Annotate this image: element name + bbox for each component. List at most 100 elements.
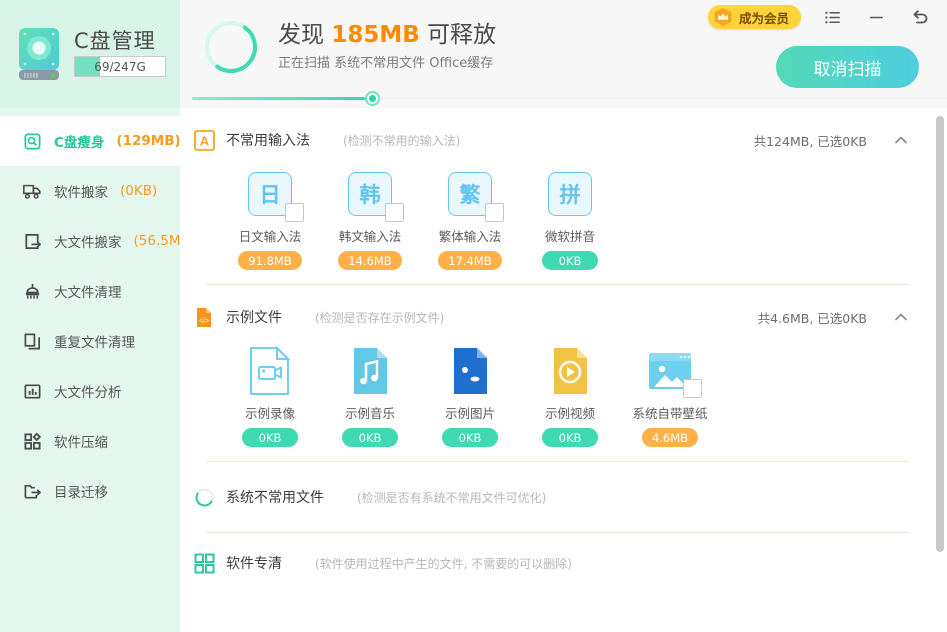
item-checkbox[interactable] <box>285 203 304 222</box>
capacity-bar: 69/247G <box>74 56 166 77</box>
scrollbar-thumb[interactable] <box>936 116 944 552</box>
folder-export-icon <box>22 481 42 501</box>
chevron-up-icon[interactable] <box>893 132 909 148</box>
list-item[interactable]: 繁 繁体输入法 17.4MB <box>420 168 520 270</box>
file-play-yellow-icon <box>543 345 597 397</box>
section-system-unused-files[interactable]: 系统不常用文件 (检测是否有系统不常用文件可优化) <box>180 462 947 532</box>
sidebar-item-software-compress[interactable]: 软件压缩 <box>0 416 180 466</box>
sidebar-item-label: 软件压缩 <box>54 431 108 451</box>
sidebar-item-label: 大文件搬家 <box>54 231 122 251</box>
capacity-label: 69/247G <box>75 57 165 76</box>
cancel-scan-button[interactable]: 取消扫描 <box>776 46 919 88</box>
section-desc: (软件使用过程中产生的文件, 不需要的可以删除) <box>315 555 572 572</box>
section-sample-files: </> 示例文件 (检测是否存在示例文件) 共4.6MB, 已选0KB <box>180 295 947 461</box>
loading-spinner-icon <box>194 487 215 508</box>
item-name: 示例音乐 <box>345 403 395 422</box>
section-software-clean[interactable]: 软件专清 (软件使用过程中产生的文件, 不需要的可以删除) <box>180 533 947 593</box>
bar-chart-icon <box>22 381 42 401</box>
sidebar-item-label: 重复文件清理 <box>54 331 135 351</box>
sidebar-item-label: 大文件清理 <box>54 281 122 301</box>
sidebar-item-c-slim[interactable]: C盘瘦身(129MB) <box>0 116 180 166</box>
item-name: 繁体输入法 <box>439 226 502 245</box>
wallpaper-window-icon <box>643 345 697 397</box>
list-item[interactable]: 示例视频 0KB <box>520 345 620 447</box>
sidebar-item-label: 目录迁移 <box>54 481 108 501</box>
list-item[interactable]: 日 日文输入法 91.8MB <box>220 168 320 270</box>
section-title: 系统不常用文件 <box>226 487 324 507</box>
section-stat: 共124MB, 已选0KB <box>754 131 867 150</box>
item-size-badge: 0KB <box>542 428 598 447</box>
ime-tile-art: 韩 <box>343 168 397 220</box>
item-size-badge: 14.6MB <box>338 251 401 270</box>
scan-amount: 185MB <box>331 22 419 48</box>
chevron-up-icon[interactable] <box>893 309 909 325</box>
list-menu-icon[interactable] <box>819 4 845 30</box>
item-checkbox[interactable] <box>385 203 404 222</box>
ime-tile-art: 繁 <box>443 168 497 220</box>
ime-tile-art: 拼 <box>543 168 597 220</box>
ime-glyph: 拼 <box>548 172 592 216</box>
sidebar-item-bigfile-move[interactable]: 大文件搬家(56.5MB) <box>0 216 180 266</box>
item-size-badge: 0KB <box>442 428 498 447</box>
scan-status: 发现 185MB 可释放 正在扫描 系统不常用文件 Office缓存 <box>202 18 496 76</box>
section-desc: (检测是否有系统不常用文件可优化) <box>357 489 546 506</box>
section-header[interactable]: A 不常用输入法 (检测不常用的输入法) 共124MB, 已选0KB <box>194 118 947 162</box>
window-controls: 成为会员 <box>708 4 933 30</box>
item-size-badge: 0KB <box>342 428 398 447</box>
list-item[interactable]: 拼 微软拼音 0KB <box>520 168 620 270</box>
hard-disk-icon <box>16 26 62 82</box>
crown-icon <box>712 6 734 28</box>
section-items: 日 日文输入法 91.8MB 韩 韩文输入法 <box>194 162 947 284</box>
sample-file-orange-icon: </> <box>194 307 215 328</box>
item-name: 韩文输入法 <box>339 226 402 245</box>
progress-knob <box>365 91 380 106</box>
list-item[interactable]: 系统自带壁纸 4.6MB <box>620 345 720 447</box>
list-item[interactable]: 示例录像 0KB <box>220 345 320 447</box>
sidebar-nav: C盘瘦身(129MB) 软件搬家 (0KB) <box>0 108 180 516</box>
main-panel: 成为会员 <box>180 0 947 632</box>
page-title: C盘管理 <box>74 31 166 52</box>
loading-spinner-icon <box>202 18 260 76</box>
app-window: C盘管理 69/247G C盘瘦身(129MB) <box>0 0 947 632</box>
broom-icon <box>22 281 42 301</box>
section-desc: (检测是否存在示例文件) <box>315 309 444 326</box>
file-music-icon <box>343 345 397 397</box>
item-name: 日文输入法 <box>239 226 302 245</box>
section-stat: 共4.6MB, 已选0KB <box>758 308 867 327</box>
item-checkbox[interactable] <box>683 379 702 398</box>
file-picture-blue-icon <box>443 345 497 397</box>
item-size-badge: 91.8MB <box>238 251 301 270</box>
brand-header: C盘管理 69/247G <box>0 0 180 108</box>
item-size-badge: 4.6MB <box>642 428 698 447</box>
sidebar-item-amount: (129MB) <box>116 133 180 149</box>
scan-headline: 发现 185MB 可释放 <box>278 23 496 47</box>
list-item[interactable]: 示例图片 0KB <box>420 345 520 447</box>
list-item[interactable]: 韩 韩文输入法 14.6MB <box>320 168 420 270</box>
item-checkbox[interactable] <box>485 203 504 222</box>
become-member-label: 成为会员 <box>739 8 789 27</box>
sidebar-item-directory-migrate[interactable]: 目录迁移 <box>0 466 180 516</box>
sidebar-item-amount: (0KB) <box>120 183 157 199</box>
scan-headline-prefix: 发现 <box>278 22 331 48</box>
item-name: 示例视频 <box>545 403 595 422</box>
svg-text:A: A <box>200 133 210 148</box>
undo-back-icon[interactable] <box>907 4 933 30</box>
file-video-outline-icon <box>243 345 297 397</box>
minimize-icon[interactable] <box>863 4 889 30</box>
list-item[interactable]: 示例音乐 0KB <box>320 345 420 447</box>
scan-results: A 不常用输入法 (检测不常用的输入法) 共124MB, 已选0KB <box>180 108 947 632</box>
sidebar-item-bigfile-clean[interactable]: 大文件清理 <box>0 266 180 316</box>
svg-text:</>: </> <box>199 318 209 325</box>
topbar: 成为会员 <box>180 0 947 108</box>
section-header[interactable]: </> 示例文件 (检测是否存在示例文件) 共4.6MB, 已选0KB <box>194 295 947 339</box>
sidebar-item-duplicate-clean[interactable]: 重复文件清理 <box>0 316 180 366</box>
disk-slim-icon <box>22 131 42 151</box>
become-member-button[interactable]: 成为会员 <box>708 5 801 29</box>
sidebar-item-software-move[interactable]: 软件搬家 (0KB) <box>0 166 180 216</box>
section-unused-input-methods: A 不常用输入法 (检测不常用的输入法) 共124MB, 已选0KB <box>180 118 947 284</box>
sidebar-item-label: 软件搬家 <box>54 181 108 201</box>
item-size-badge: 0KB <box>542 251 598 270</box>
ime-tile-art: 日 <box>243 168 297 220</box>
sidebar-item-bigfile-analysis[interactable]: 大文件分析 <box>0 366 180 416</box>
section-title: 示例文件 <box>226 307 282 327</box>
